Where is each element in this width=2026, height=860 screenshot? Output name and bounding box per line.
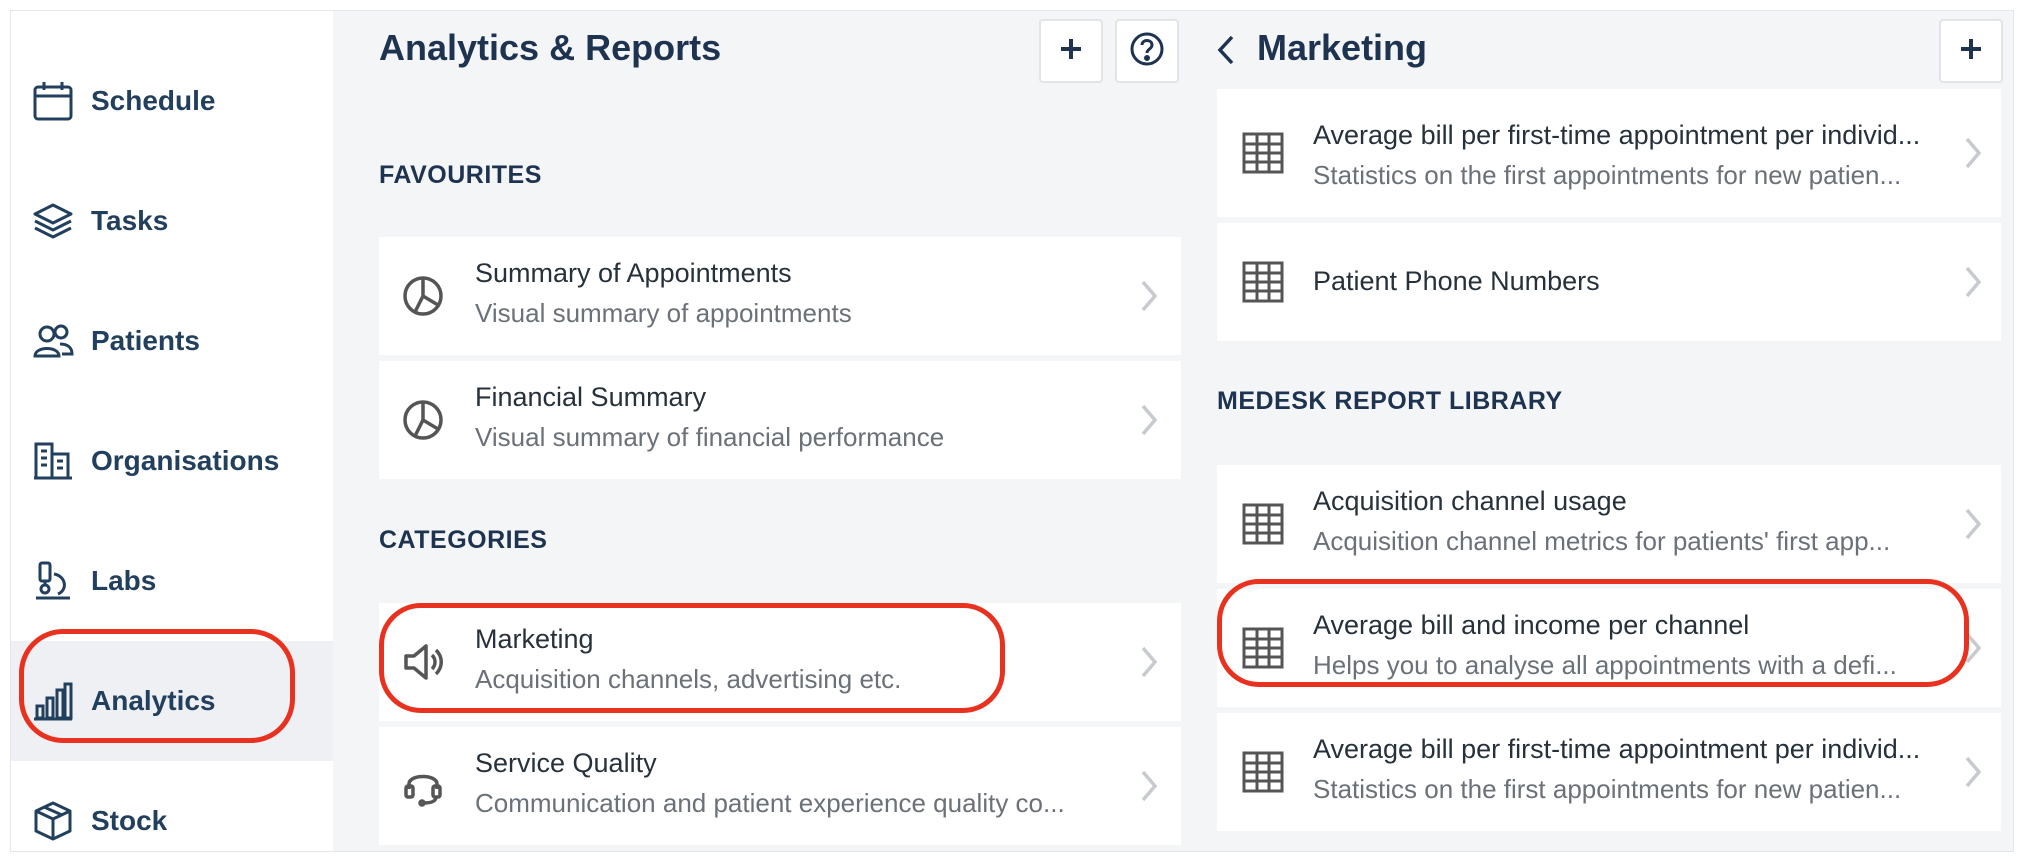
plus-icon xyxy=(1958,36,1984,67)
card-subtitle: Communication and patient experience qua… xyxy=(475,788,1065,818)
bar-chart-icon xyxy=(31,679,75,723)
add-button[interactable] xyxy=(1039,19,1103,83)
chevron-right-icon xyxy=(1961,133,1985,173)
card-title: Summary of Appointments xyxy=(475,258,792,288)
report-card-financial-summary[interactable]: Financial Summary Visual summary of fina… xyxy=(379,361,1181,479)
category-card-marketing[interactable]: Marketing Acquisition channels, advertis… xyxy=(379,603,1181,721)
box-icon xyxy=(31,799,75,843)
back-chevron-icon[interactable] xyxy=(1217,35,1235,70)
sidebar-item-label: Organisations xyxy=(91,445,280,476)
favourites-heading: FAVOURITES xyxy=(379,161,542,189)
marketing-panel: Marketing Average bill per first-time ap… xyxy=(1187,11,2013,851)
help-icon xyxy=(1129,31,1165,72)
page-title: Analytics & Reports xyxy=(379,27,722,68)
app-window: Schedule Tasks Patients Organisations La… xyxy=(10,10,2014,852)
chevron-right-icon xyxy=(1961,504,1985,544)
library-heading: MEDESK REPORT LIBRARY xyxy=(1217,387,1563,415)
table-icon xyxy=(1239,258,1287,306)
microscope-icon xyxy=(31,559,75,603)
headset-icon xyxy=(399,762,447,810)
chevron-right-icon xyxy=(1137,400,1161,440)
layers-icon xyxy=(31,199,75,243)
pie-chart-icon xyxy=(399,396,447,444)
chevron-right-icon xyxy=(1137,276,1161,316)
sidebar-item-patients[interactable]: Patients xyxy=(11,281,333,401)
sidebar-item-label: Tasks xyxy=(91,205,169,236)
chevron-right-icon xyxy=(1137,766,1161,806)
sidebar-item-label: Labs xyxy=(91,565,157,596)
plus-icon xyxy=(1058,36,1084,67)
report-card-average-bill-income-per-channel[interactable]: Average bill and income per channel Help… xyxy=(1217,589,2001,707)
sidebar-item-label: Analytics xyxy=(91,685,216,716)
help-button[interactable] xyxy=(1115,19,1179,83)
report-card-patient-phone-numbers[interactable]: Patient Phone Numbers xyxy=(1217,223,2001,341)
add-report-button[interactable] xyxy=(1939,19,2003,83)
card-title: Average bill and income per channel xyxy=(1313,610,1750,640)
chevron-right-icon xyxy=(1961,752,1985,792)
chevron-right-icon xyxy=(1961,262,1985,302)
table-icon xyxy=(1239,624,1287,672)
table-icon xyxy=(1239,748,1287,796)
users-icon xyxy=(31,319,75,363)
building-icon xyxy=(31,439,75,483)
pie-chart-icon xyxy=(399,272,447,320)
sidebar-item-organisations[interactable]: Organisations xyxy=(11,401,333,521)
sidebar-item-schedule[interactable]: Schedule xyxy=(11,41,333,161)
sidebar-item-label: Stock xyxy=(91,805,168,836)
sidebar: Schedule Tasks Patients Organisations La… xyxy=(11,11,333,851)
card-subtitle: Visual summary of financial performance xyxy=(475,422,945,452)
sidebar-item-analytics[interactable]: Analytics xyxy=(11,641,333,761)
chevron-right-icon xyxy=(1961,628,1985,668)
category-card-service-quality[interactable]: Service Quality Communication and patien… xyxy=(379,727,1181,845)
card-subtitle: Acquisition channels, advertising etc. xyxy=(475,664,902,694)
report-card-acquisition-channel-usage[interactable]: Acquisition channel usage Acquisition ch… xyxy=(1217,465,2001,583)
card-title: Marketing xyxy=(475,624,594,654)
card-title: Average bill per first-time appointment … xyxy=(1313,734,1921,764)
table-icon xyxy=(1239,129,1287,177)
card-title: Average bill per first-time appointment … xyxy=(1313,120,1921,150)
report-card-average-bill-first-time[interactable]: Average bill per first-time appointment … xyxy=(1217,89,2001,217)
sidebar-item-label: Patients xyxy=(91,325,200,356)
card-subtitle: Acquisition channel metrics for patients… xyxy=(1313,526,1891,556)
card-title: Acquisition channel usage xyxy=(1313,486,1627,516)
sidebar-item-labs[interactable]: Labs xyxy=(11,521,333,641)
chevron-right-icon xyxy=(1137,642,1161,682)
megaphone-icon xyxy=(399,638,447,686)
calendar-icon xyxy=(31,79,75,123)
sidebar-item-stock[interactable]: Stock xyxy=(11,761,333,851)
panel-title: Marketing xyxy=(1257,27,1428,68)
card-subtitle: Statistics on the first appointments for… xyxy=(1313,160,1902,190)
card-subtitle: Statistics on the first appointments for… xyxy=(1313,774,1902,804)
report-card-summary-of-appointments[interactable]: Summary of Appointments Visual summary o… xyxy=(379,237,1181,355)
card-title: Financial Summary xyxy=(475,382,707,412)
card-subtitle: Helps you to analyse all appointments wi… xyxy=(1313,650,1897,680)
card-subtitle: Visual summary of appointments xyxy=(475,298,852,328)
card-title: Patient Phone Numbers xyxy=(1313,266,1600,296)
report-card-average-bill-first-time-2[interactable]: Average bill per first-time appointment … xyxy=(1217,713,2001,831)
card-title: Service Quality xyxy=(475,748,657,778)
sidebar-item-tasks[interactable]: Tasks xyxy=(11,161,333,281)
analytics-panel: Analytics & Reports FAVOURITES Summary o… xyxy=(333,11,1187,851)
table-icon xyxy=(1239,500,1287,548)
sidebar-item-label: Schedule xyxy=(91,85,216,116)
categories-heading: CATEGORIES xyxy=(379,526,548,554)
